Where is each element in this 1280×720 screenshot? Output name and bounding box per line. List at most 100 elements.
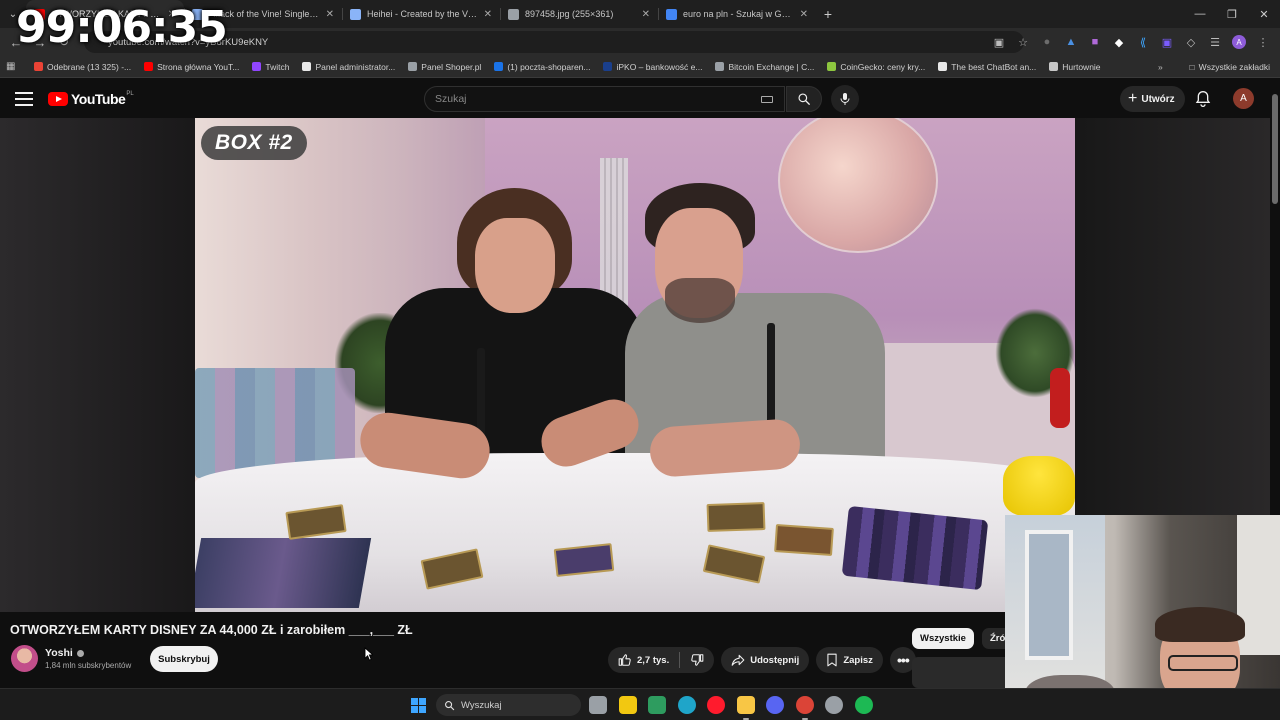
tab-close-icon[interactable]: ✕ bbox=[326, 9, 334, 20]
bookmark-item[interactable]: The best ChatBot an... bbox=[938, 62, 1036, 72]
new-tab-button[interactable]: + bbox=[816, 0, 840, 28]
bookmark-item[interactable]: Strona główna YouT... bbox=[144, 62, 239, 72]
taskbar-discord-icon[interactable] bbox=[766, 696, 784, 714]
taskbar-explorer-icon[interactable] bbox=[736, 696, 755, 714]
search-button[interactable] bbox=[786, 86, 822, 112]
apps-grid-icon[interactable]: ▦ bbox=[6, 61, 20, 72]
scrollbar-thumb[interactable] bbox=[1272, 94, 1278, 204]
bookmark-item[interactable]: CoinGecko: ceny kry... bbox=[827, 62, 925, 72]
tab-close-icon[interactable]: ✕ bbox=[800, 9, 808, 20]
browser-tab[interactable]: 897458.jpg (255×361) ✕ bbox=[500, 0, 658, 28]
taskbar-search-input[interactable]: Wyszukaj bbox=[436, 694, 581, 716]
bookmark-label: Hurtownie bbox=[1062, 61, 1101, 72]
bookmark-favicon-icon bbox=[1049, 62, 1059, 71]
tab-close-icon[interactable]: ✕ bbox=[642, 9, 650, 20]
all-bookmarks[interactable]: □ Wszystkie zakładki bbox=[1190, 62, 1270, 72]
more-bookmarks-icon[interactable]: » bbox=[1158, 62, 1163, 72]
notifications-bell-icon[interactable] bbox=[1195, 90, 1211, 113]
scene-red-lamp bbox=[1050, 368, 1070, 428]
profile-avatar[interactable]: A bbox=[1232, 35, 1246, 49]
close-window-icon[interactable]: ✕ bbox=[1248, 0, 1280, 28]
bookmark-label: Strona główna YouT... bbox=[157, 61, 240, 72]
more-dots-icon: ••• bbox=[897, 652, 910, 668]
bookmark-favicon-icon bbox=[144, 62, 154, 71]
video-player[interactable]: BOX #2 bbox=[195, 118, 1075, 612]
scene-person-left-face bbox=[475, 218, 555, 313]
taskbar-store-icon[interactable] bbox=[618, 696, 637, 714]
bookmark-favicon-icon bbox=[715, 62, 725, 71]
share-button[interactable]: Udostępnij bbox=[721, 647, 810, 673]
taskbar-steam-icon[interactable] bbox=[825, 696, 843, 714]
voice-search-button[interactable] bbox=[831, 85, 859, 113]
extensions-puzzle-icon[interactable]: ◇ bbox=[1180, 30, 1202, 54]
bookmark-favicon-icon bbox=[827, 62, 837, 71]
subscribe-button[interactable]: Subskrybuj bbox=[150, 646, 218, 672]
bookmark-favicon-icon bbox=[34, 62, 43, 71]
bookmark-favicon-icon bbox=[252, 62, 262, 71]
scene-round-mirror bbox=[778, 118, 938, 253]
subscriber-count: 1,84 mln subskrybentów bbox=[45, 661, 132, 670]
bookmark-item[interactable]: Hurtownie bbox=[1049, 61, 1101, 72]
minimize-icon[interactable]: — bbox=[1184, 0, 1216, 28]
channel-name[interactable]: Yoshi bbox=[45, 647, 84, 659]
tab-favicon-icon bbox=[350, 8, 361, 20]
extension-icon[interactable]: ● bbox=[1036, 30, 1058, 54]
browser-tab[interactable]: Heihei - Created by the Vine (V ✕ bbox=[342, 0, 500, 28]
verified-badge-icon bbox=[76, 649, 84, 657]
create-button[interactable]: + Utwórz bbox=[1120, 86, 1185, 112]
taskbar-spotify-icon[interactable] bbox=[854, 696, 873, 714]
video-actions: 2,7 tys. Udostępnij Zapisz ••• bbox=[608, 647, 916, 673]
bookmark-item[interactable]: Odebrane (13 325) -... bbox=[34, 62, 131, 72]
bookmark-item[interactable]: Twitch bbox=[252, 62, 289, 72]
account-avatar[interactable]: A bbox=[1233, 88, 1254, 109]
thumbs-down-icon bbox=[691, 654, 704, 666]
save-button[interactable]: Zapisz bbox=[816, 647, 883, 673]
chip-all[interactable]: Wszystkie bbox=[912, 628, 974, 649]
taskbar-task-view-icon[interactable] bbox=[589, 696, 607, 714]
bookmark-item[interactable]: Panel administrator... bbox=[302, 62, 395, 72]
extension-icon[interactable]: ⟪ bbox=[1132, 30, 1154, 54]
bookmark-favicon-icon bbox=[408, 62, 418, 71]
extension-icon[interactable]: ◆ bbox=[1108, 30, 1130, 54]
bookmark-label: iPKO – bankowość e... bbox=[616, 61, 703, 72]
webcam-person-hair bbox=[1155, 607, 1245, 642]
mouse-cursor-icon bbox=[364, 646, 375, 666]
dislike-button[interactable] bbox=[680, 647, 714, 673]
extension-icon[interactable]: ■ bbox=[1084, 30, 1106, 54]
bookmark-item[interactable]: Panel Shoper.pl bbox=[408, 62, 481, 72]
bookmark-item[interactable]: iPKO – bankowość e... bbox=[603, 62, 702, 72]
reading-list-icon[interactable]: ☰ bbox=[1204, 30, 1226, 54]
bookmark-item[interactable]: (1) poczta-shoparen... bbox=[494, 62, 590, 72]
browser-menu-icon[interactable]: ⋮ bbox=[1252, 30, 1274, 54]
bookmark-label: Twitch bbox=[265, 61, 290, 72]
webcam-person-glasses bbox=[1168, 655, 1238, 671]
taskbar-notepad-icon[interactable] bbox=[648, 696, 666, 714]
bookmark-star-icon[interactable]: ☆ bbox=[1012, 30, 1034, 54]
tab-close-icon[interactable]: ✕ bbox=[484, 9, 492, 20]
taskbar-opera-icon[interactable] bbox=[707, 696, 725, 714]
menu-hamburger-icon[interactable] bbox=[15, 92, 33, 106]
maximize-icon[interactable]: ❐ bbox=[1216, 0, 1248, 28]
taskbar-chrome-icon[interactable] bbox=[795, 696, 814, 714]
thumbs-up-icon bbox=[618, 654, 631, 666]
browser-tab[interactable]: euro na pln - Szukaj w Google ✕ bbox=[658, 0, 816, 28]
bookmark-icon bbox=[827, 653, 837, 667]
youtube-header: YouTube PL Szukaj + Utwórz A bbox=[0, 80, 1280, 118]
channel-avatar[interactable] bbox=[11, 645, 38, 672]
search-input[interactable]: Szukaj bbox=[424, 86, 785, 112]
bookmark-item[interactable]: Bitcoin Exchange | C... bbox=[715, 62, 814, 72]
windows-start-icon[interactable] bbox=[411, 698, 426, 713]
bookmark-favicon-icon bbox=[494, 62, 504, 71]
extension-icon[interactable]: ▣ bbox=[1156, 30, 1178, 54]
like-button[interactable]: 2,7 tys. bbox=[608, 647, 679, 673]
keyboard-icon[interactable] bbox=[761, 96, 773, 103]
scene-card bbox=[706, 501, 766, 533]
extension-icon[interactable]: ▲ bbox=[1060, 30, 1082, 54]
bookmark-label: Panel Shoper.pl bbox=[421, 61, 482, 72]
folder-icon: □ bbox=[1189, 61, 1195, 72]
taskbar-edge-icon[interactable] bbox=[677, 696, 696, 714]
bookmark-favicon-icon bbox=[603, 62, 613, 71]
youtube-logo[interactable]: YouTube PL bbox=[48, 91, 134, 107]
install-app-icon[interactable]: ▣ bbox=[988, 30, 1010, 54]
video-title: OTWORZYŁEM KARTY DISNEY ZA 44,000 ZŁ i z… bbox=[10, 623, 413, 637]
